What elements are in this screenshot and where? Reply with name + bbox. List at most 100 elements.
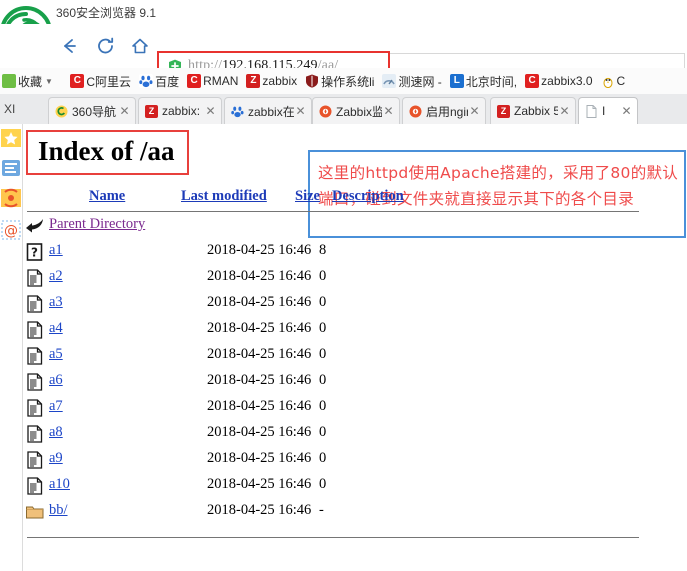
text-file-icon	[25, 268, 45, 288]
browser-tab[interactable]: 启用ngin✕	[402, 97, 486, 124]
last-modified-cell: 2018-04-25 16:46	[207, 372, 312, 388]
browser-tab[interactable]: zabbix在 ✕	[224, 97, 312, 124]
browser-tab[interactable]: Z Zabbix 5 ✕	[490, 97, 576, 124]
bookmark-item[interactable]: C RMAN	[187, 68, 238, 94]
bookmark-item[interactable]: 测速网 -	[382, 68, 442, 94]
text-file-icon	[25, 372, 45, 392]
bookmark-item[interactable]: 百度	[139, 68, 179, 94]
file-name-cell[interactable]: a2	[49, 268, 63, 285]
file-link[interactable]: a4	[49, 320, 63, 336]
table-row[interactable]: a3 2018-04-25 16:46 0	[23, 292, 643, 318]
file-link[interactable]: a6	[49, 372, 63, 388]
table-row[interactable]: ? a1 2018-04-25 16:46 8	[23, 240, 643, 266]
table-row[interactable]: a9 2018-04-25 16:46 0	[23, 448, 643, 474]
parent-directory-link[interactable]: Parent Directory	[49, 216, 145, 232]
title-bar: 360安全浏览器 9.1	[0, 0, 687, 24]
listing-divider-bottom	[27, 537, 639, 538]
speedtest-icon	[382, 74, 397, 88]
table-row[interactable]: a4 2018-04-25 16:46 0	[23, 318, 643, 344]
close-icon[interactable]: ✕	[382, 104, 395, 118]
bookmark-item[interactable]: Zzabbix	[246, 68, 297, 94]
close-icon[interactable]: ✕	[294, 104, 307, 118]
file-name-cell[interactable]: a1	[49, 242, 63, 259]
file-link[interactable]: bb/	[49, 502, 68, 518]
file-link[interactable]: a3	[49, 294, 63, 310]
file-name-cell[interactable]: a9	[49, 450, 63, 467]
c-icon: C	[70, 74, 85, 88]
header-last-modified[interactable]: Last modified	[181, 188, 267, 205]
broadcast-icon[interactable]	[1, 188, 21, 210]
browser-tab[interactable]: I ✕	[578, 97, 638, 124]
close-icon[interactable]: ✕	[204, 104, 217, 118]
file-link[interactable]: a8	[49, 424, 63, 440]
file-name-cell[interactable]: a4	[49, 320, 63, 337]
file-link[interactable]: a10	[49, 476, 70, 492]
last-modified-cell: 2018-04-25 16:46	[207, 320, 312, 336]
file-link[interactable]: a2	[49, 268, 63, 284]
notes-icon[interactable]	[1, 158, 21, 180]
home-button[interactable]	[126, 32, 154, 60]
bookmark-item[interactable]: Czabbix3.0	[525, 68, 593, 94]
mail-at-icon[interactable]: @	[1, 220, 21, 242]
file-link[interactable]: a9	[49, 450, 63, 466]
header-size-link[interactable]: Size	[295, 188, 320, 204]
bookmark-item[interactable]: C C阿里云	[70, 68, 131, 94]
table-row[interactable]: a10 2018-04-25 16:46 0	[23, 474, 643, 500]
bookmark-item[interactable]: 操作系统li	[305, 68, 374, 94]
header-description[interactable]: Description	[332, 188, 404, 205]
text-file-icon	[25, 346, 45, 366]
file-link[interactable]: a1	[49, 242, 63, 258]
c-icon: C	[525, 74, 540, 88]
file-name-cell[interactable]: a8	[49, 424, 63, 441]
file-name-cell[interactable]: a3	[49, 294, 63, 311]
table-row[interactable]: bb/2018-04-25 16:46-	[23, 500, 643, 526]
text-file-icon	[25, 294, 45, 314]
file-name-cell[interactable]: a6	[49, 372, 63, 389]
browser-tab-label: I	[602, 104, 606, 118]
file-link[interactable]: a5	[49, 346, 63, 362]
favorites-star-icon[interactable]	[1, 128, 21, 150]
text-file-icon	[25, 320, 45, 340]
tab-strip-left-label: XI	[4, 102, 16, 116]
last-modified-cell: 2018-04-25 16:46	[207, 294, 312, 310]
browser-tab[interactable]: Zabbix监 ✕	[312, 97, 400, 124]
bookmark-item[interactable]: L 北京时间,	[449, 68, 517, 94]
browser-tab[interactable]: 360导航 ✕	[48, 97, 136, 124]
file-link[interactable]: a7	[49, 398, 63, 414]
table-row[interactable]: a2 2018-04-25 16:46 0	[23, 266, 643, 292]
header-last-modified-link[interactable]: Last modified	[181, 188, 267, 204]
size-cell: 0	[319, 372, 327, 388]
browser-toolbar: http://192.168.115.249/aa/	[0, 24, 687, 80]
reload-button[interactable]	[92, 32, 120, 60]
close-icon[interactable]: ✕	[468, 104, 481, 118]
page-title-box: Index of /aa	[26, 130, 189, 175]
file-name-cell[interactable]: a7	[49, 398, 63, 415]
chevron-down-icon[interactable]: ▼	[45, 77, 53, 86]
table-row[interactable]: a6 2018-04-25 16:46 0	[23, 370, 643, 396]
size-cell: 0	[319, 476, 327, 492]
table-row[interactable]: a8 2018-04-25 16:46 0	[23, 422, 643, 448]
header-name[interactable]: Name	[89, 188, 125, 205]
header-name-link[interactable]: Name	[89, 188, 125, 204]
close-icon[interactable]: ✕	[118, 104, 131, 118]
table-row[interactable]: a5 2018-04-25 16:46 0	[23, 344, 643, 370]
parent-directory-row[interactable]: Parent Directory	[23, 214, 643, 240]
header-description-link[interactable]: Description	[332, 188, 404, 204]
last-modified-cell: 2018-04-25 16:46	[207, 346, 312, 362]
back-button[interactable]	[55, 32, 83, 60]
page-icon	[585, 104, 598, 118]
svg-text:@: @	[4, 223, 18, 239]
table-row[interactable]: a7 2018-04-25 16:46 0	[23, 396, 643, 422]
file-name-cell[interactable]: a5	[49, 346, 63, 363]
bookmark-item[interactable]: C	[601, 68, 625, 94]
star-folder-icon	[2, 74, 16, 88]
parent-directory-link-wrap[interactable]: Parent Directory	[49, 216, 145, 233]
browser-tab[interactable]: Zzabbix: ✕	[138, 97, 222, 124]
close-icon[interactable]: ✕	[558, 104, 571, 118]
bookmark-favorites[interactable]: 收藏 ▼	[0, 68, 58, 94]
file-name-cell[interactable]: bb/	[49, 502, 68, 519]
file-name-cell[interactable]: a10	[49, 476, 70, 493]
header-size[interactable]: Size	[295, 188, 320, 205]
size-cell: 0	[319, 450, 327, 466]
close-icon[interactable]: ✕	[620, 104, 633, 118]
